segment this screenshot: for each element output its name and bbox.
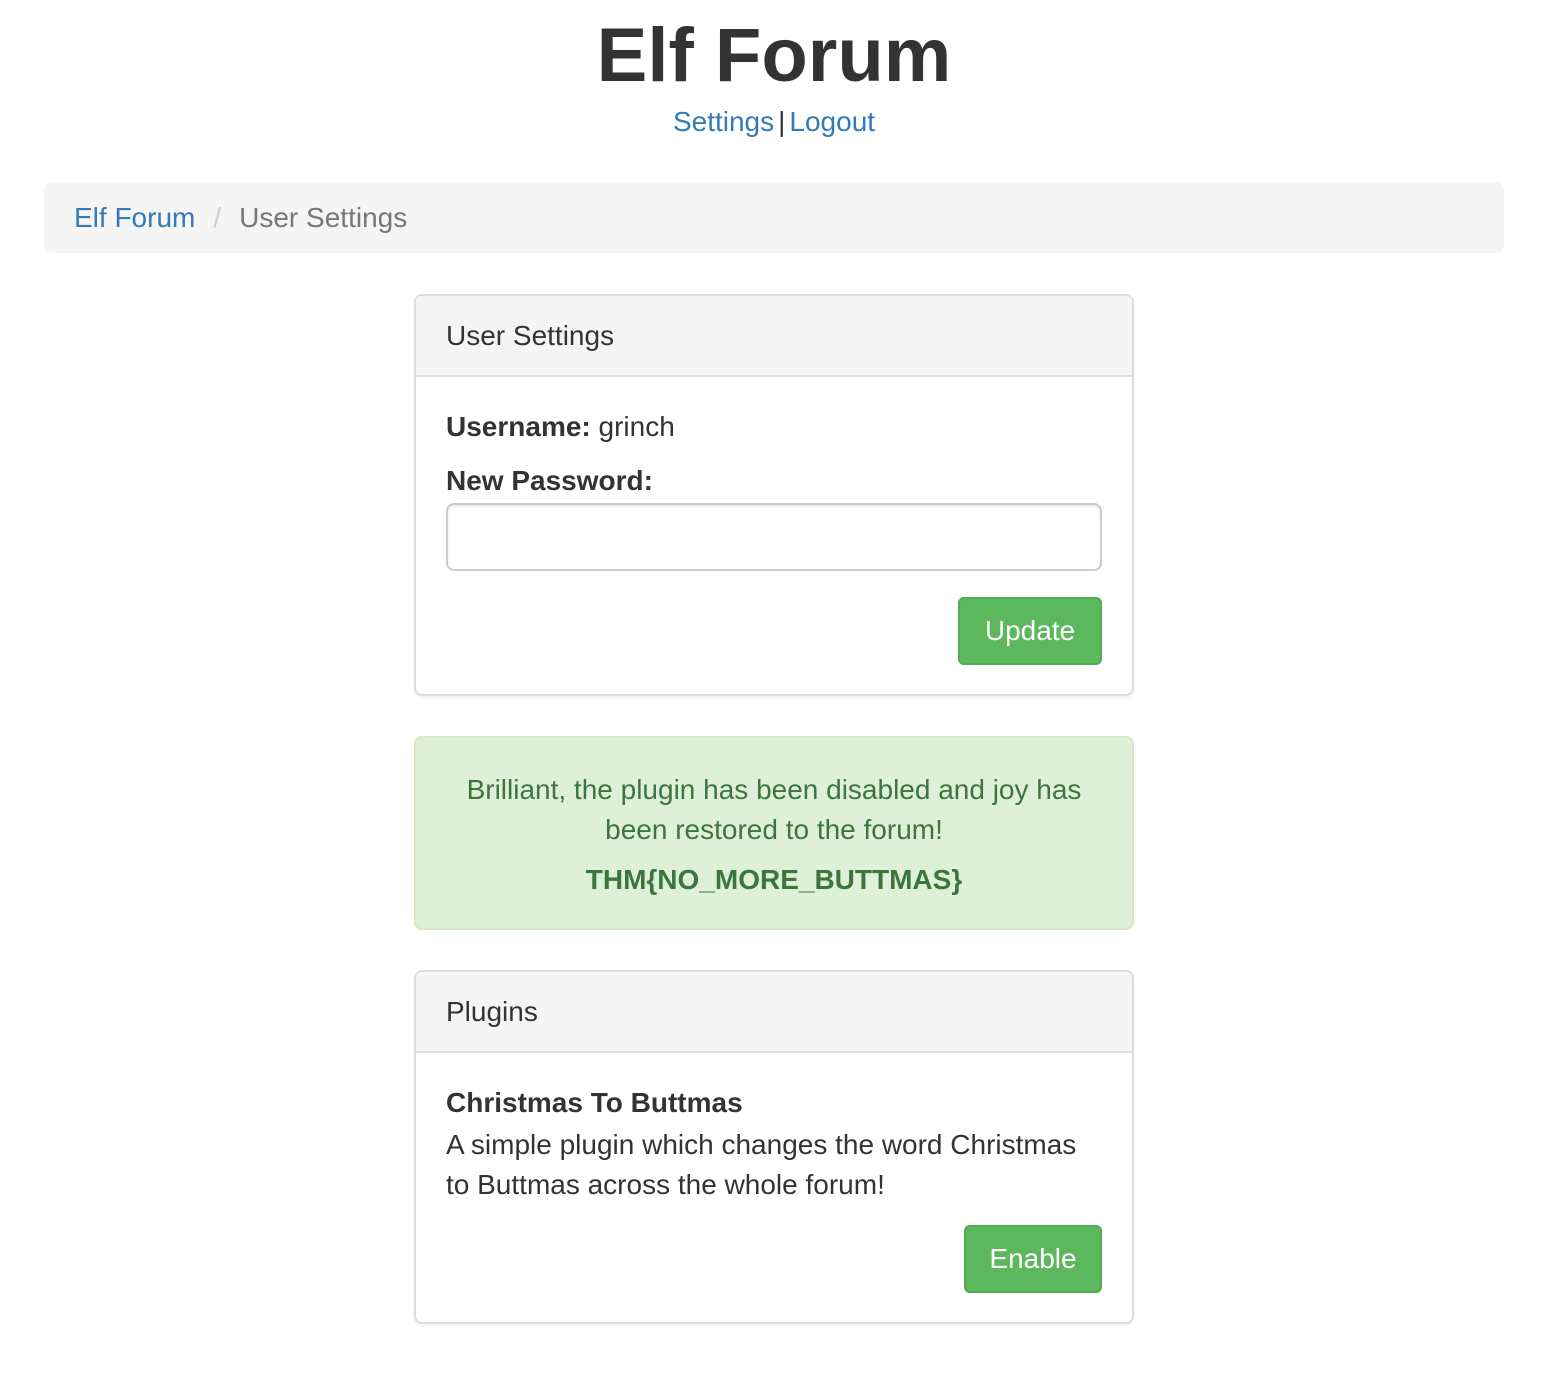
alert-flag: THM{NO_MORE_BUTTMAS} xyxy=(585,864,963,895)
plugins-panel: Plugins Christmas To Buttmas A simple pl… xyxy=(414,970,1134,1324)
plugin-name: Christmas To Buttmas xyxy=(446,1087,743,1118)
user-settings-panel: User Settings Username: grinch New Passw… xyxy=(414,294,1134,696)
new-password-input[interactable] xyxy=(446,503,1102,571)
update-button[interactable]: Update xyxy=(958,597,1102,665)
site-title: Elf Forum xyxy=(596,13,952,98)
success-alert: Brilliant, the plugin has been disabled … xyxy=(414,736,1134,930)
plugin-description: A simple plugin which changes the word C… xyxy=(446,1129,1077,1200)
logout-link[interactable]: Logout xyxy=(789,106,875,137)
new-password-label: New Password: xyxy=(446,465,653,496)
alert-message: Brilliant, the plugin has been disabled … xyxy=(466,774,1082,845)
username-value: grinch xyxy=(598,411,675,442)
top-nav: Settings | Logout xyxy=(0,104,1548,140)
user-settings-heading: User Settings xyxy=(416,296,1132,377)
breadcrumb-current: User Settings xyxy=(239,202,408,233)
plugins-heading: Plugins xyxy=(416,972,1132,1053)
username-row: Username: grinch xyxy=(446,409,675,445)
breadcrumb-divider: / xyxy=(213,202,222,233)
settings-link[interactable]: Settings xyxy=(673,106,774,137)
username-label: Username: xyxy=(446,411,591,442)
breadcrumb-home-link[interactable]: Elf Forum xyxy=(74,202,195,233)
nav-separator: | xyxy=(778,106,786,137)
enable-plugin-button[interactable]: Enable xyxy=(964,1225,1102,1293)
breadcrumb: Elf Forum / User Settings xyxy=(44,182,1504,253)
